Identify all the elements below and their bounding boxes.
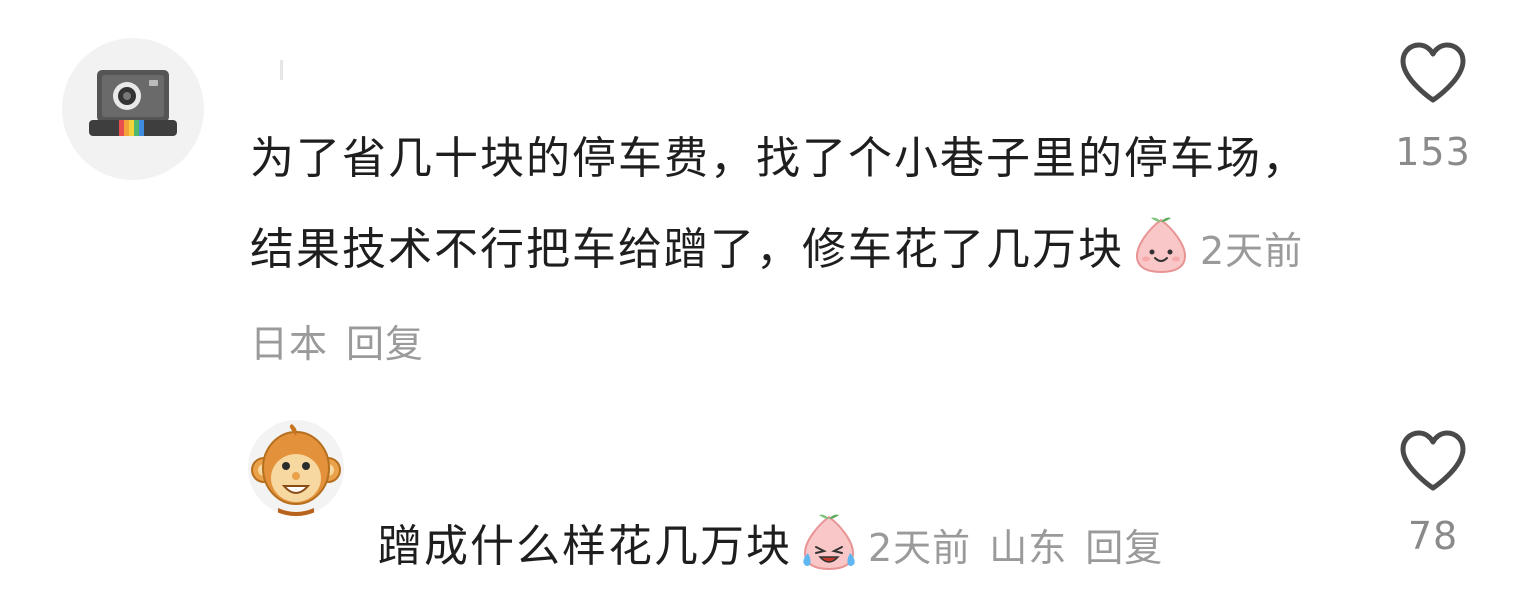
- heart-outline-icon: [1400, 42, 1466, 103]
- comment-text: 蹭成什么样花几万块: [378, 521, 792, 572]
- heart-outline-icon: [1400, 430, 1466, 491]
- username-placeholder: [280, 60, 283, 80]
- like-count: 78: [1407, 514, 1459, 558]
- reply-body: 蹭成什么样花几万块 2天前 山东 回复: [378, 502, 1338, 593]
- smiling-peach-emoji: [1135, 217, 1187, 274]
- comment-thread: 为了省几十块的停车费，找了个小巷子里的停车场，结果技术不行把车给蹭了，修车花了几…: [0, 0, 1531, 600]
- commenter-avatar[interactable]: [62, 38, 204, 180]
- comment-body: 为了省几十块的停车费，找了个小巷子里的停车场，结果技术不行把车给蹭了，修车花了几…: [250, 113, 1340, 390]
- monkey-face-icon: [251, 424, 341, 516]
- retro-camera-icon: [89, 70, 177, 136]
- comment-meta: 2天前 山东 回复: [868, 526, 1163, 570]
- like-count: 153: [1395, 130, 1471, 174]
- reply-button[interactable]: 回复: [346, 322, 424, 366]
- comment-time: 2天前: [868, 526, 972, 570]
- commenter-avatar[interactable]: [248, 420, 344, 516]
- comment-location: 日本: [250, 322, 329, 366]
- comment-time: 2天前: [1200, 229, 1304, 273]
- crying-laughing-peach-emoji: [803, 514, 855, 571]
- like-button[interactable]: 153: [1378, 42, 1488, 174]
- like-button[interactable]: 78: [1378, 430, 1488, 558]
- reply-button[interactable]: 回复: [1085, 526, 1163, 570]
- comment-location: 山东: [989, 526, 1068, 570]
